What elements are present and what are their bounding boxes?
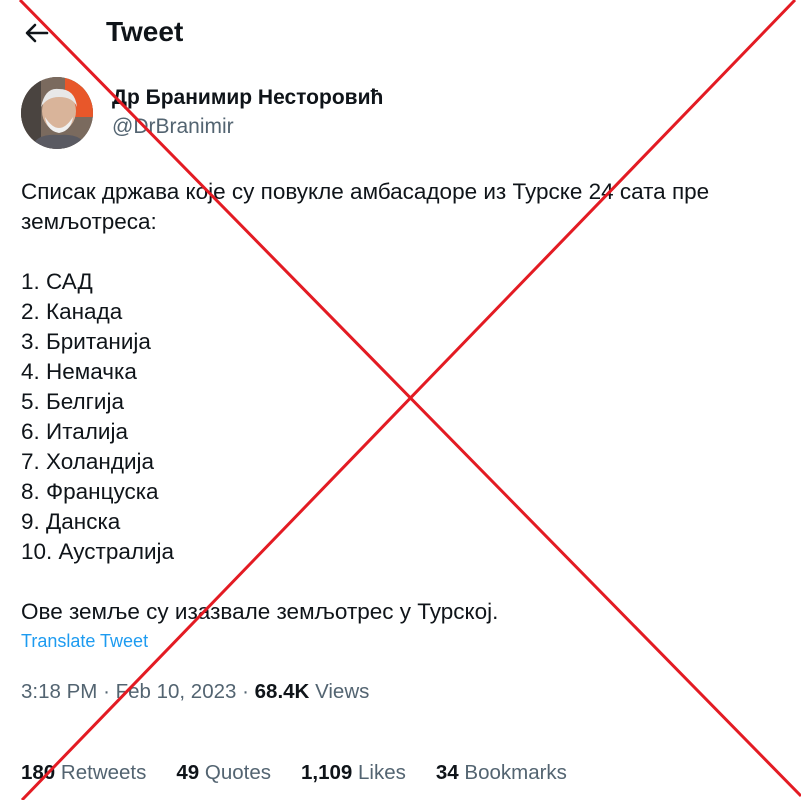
tweet-time[interactable]: 3:18 PM [21, 680, 97, 703]
tweet-text: Списак држава које су повукле амбасадоре… [21, 179, 710, 624]
author-handle[interactable]: @DrBranimir [112, 115, 234, 139]
tweet-header: Tweet [0, 0, 801, 70]
retweets-label: Retweets [60, 761, 147, 784]
tweet-meta: 3:18 PM · Feb 10, 2023 · 68.4K Views [21, 680, 369, 704]
meta-separator: · [103, 680, 110, 703]
retweets-count: 180 [21, 761, 56, 784]
likes-stat[interactable]: 1,109 Likes [301, 761, 406, 785]
avatar[interactable] [21, 77, 93, 149]
back-arrow-icon[interactable] [22, 18, 52, 48]
retweets-stat[interactable]: 180 Retweets [21, 761, 146, 785]
views-count: 68.4K [254, 680, 310, 703]
quotes-stat[interactable]: 49 Quotes [176, 761, 271, 785]
tweet-date[interactable]: Feb 10, 2023 [116, 680, 237, 703]
views-label: Views [315, 680, 370, 703]
meta-separator: · [242, 680, 249, 703]
bookmarks-label: Bookmarks [464, 761, 567, 784]
quotes-count: 49 [176, 761, 200, 784]
quotes-label: Quotes [204, 761, 272, 784]
page-title: Tweet [106, 16, 184, 47]
author-name[interactable]: Др Бранимир Несторовић [112, 86, 383, 110]
likes-count: 1,109 [301, 761, 353, 784]
likes-label: Likes [358, 761, 406, 784]
bookmarks-stat[interactable]: 34 Bookmarks [436, 761, 567, 785]
bookmarks-count: 34 [435, 761, 459, 784]
tweet-stats: 180 Retweets 49 Quotes 1,109 Likes 34 Bo… [21, 761, 567, 785]
translate-tweet-link[interactable]: Translate Tweet [21, 631, 148, 652]
